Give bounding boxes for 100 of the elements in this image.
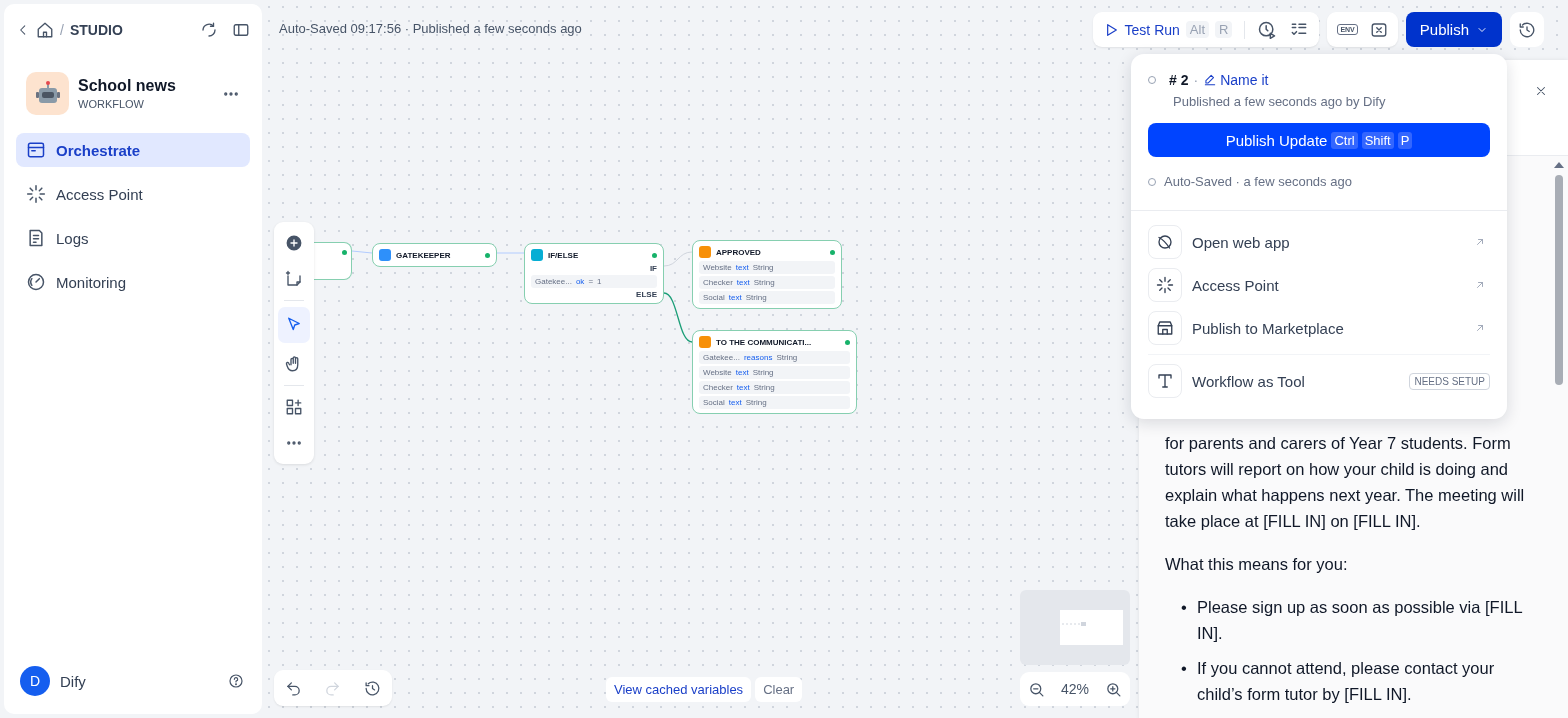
globe-icon	[1148, 225, 1182, 259]
scroll-up-arrow[interactable]	[1554, 162, 1564, 168]
menu-item[interactable]: Access Point	[1148, 268, 1490, 302]
publish-info: Published a few seconds ago by Dify	[1173, 94, 1387, 109]
version-number: # 2	[1169, 72, 1189, 88]
branch-label: IF	[649, 264, 657, 273]
variable-name: text	[735, 263, 749, 272]
bullet-text: Please sign up as soon as possible via [FILL IN].	[1197, 597, 1523, 644]
variable-name: text	[728, 398, 742, 407]
node-type-icon	[379, 249, 391, 261]
zoom-level[interactable]: 42%	[1060, 681, 1089, 697]
variable-icon[interactable]	[1369, 20, 1388, 39]
publish-update-button[interactable]: Publish Update Ctrl Shift P	[1148, 123, 1490, 157]
node-type-icon	[531, 249, 543, 261]
node-type-icon	[699, 246, 711, 258]
scrollbar-thumb[interactable]	[1555, 175, 1563, 385]
publish-button[interactable]: Publish	[1405, 12, 1502, 47]
zoom-in-icon[interactable]	[1105, 680, 1122, 698]
sparkle-burst-icon	[1148, 268, 1182, 302]
clear-button[interactable]: Clear	[755, 677, 803, 702]
menu-item-label: Access Point	[1192, 276, 1279, 294]
document-icon	[26, 228, 46, 248]
variable-type: String	[752, 368, 774, 377]
workflow-node[interactable]: TO THE COMMUNICATI... Gatekee... reasons String Website text String Checker text String Social text String	[692, 330, 857, 414]
operator: =	[588, 277, 594, 286]
check-icon	[652, 252, 657, 258]
history-icon[interactable]	[363, 679, 381, 697]
variable-source: Website	[703, 263, 732, 272]
variable-name: text	[728, 293, 742, 302]
sparkle-burst-icon	[26, 184, 46, 204]
breadcrumb-separator: /	[60, 22, 64, 38]
connector-line	[351, 250, 373, 254]
variable-source: Checker	[703, 278, 733, 287]
external-link-icon	[1474, 279, 1486, 291]
nav-item[interactable]: Access Point	[16, 177, 250, 211]
workflow-node[interactable]	[314, 242, 352, 280]
menu-item[interactable]: Open web app	[1148, 225, 1490, 259]
variable-type: String	[753, 278, 775, 287]
menu-item[interactable]: Workflow as Tool NEEDS SETUP	[1148, 364, 1490, 398]
variable-source: Checker	[703, 383, 733, 392]
app-name: School news	[78, 77, 176, 95]
autosave-info: Auto-Saved · a few seconds ago	[1164, 174, 1352, 189]
test-run-button[interactable]: Test Run Alt R	[1102, 21, 1233, 38]
variable-name: reasons	[743, 353, 773, 362]
check-icon	[342, 250, 347, 255]
run-history-icon[interactable]	[1257, 19, 1278, 40]
undo-icon[interactable]	[285, 679, 303, 697]
variable-name: ok	[575, 277, 585, 286]
node-title: GATEKEEPER	[396, 250, 451, 260]
menu-item-label: Workflow as Tool	[1192, 372, 1305, 390]
result-heading: What this means for you:	[1165, 554, 1349, 575]
breadcrumb-label[interactable]: STUDIO	[69, 22, 123, 38]
check-icon	[845, 339, 850, 345]
app-avatar	[26, 72, 69, 115]
variable-type: String	[745, 398, 767, 407]
variable-type: String	[753, 383, 775, 392]
status-badge: NEEDS SETUP	[1409, 372, 1490, 390]
node-title: APPROVED	[716, 247, 761, 257]
branch-label: ELSE	[636, 290, 657, 299]
switch-icon[interactable]	[200, 21, 218, 39]
menu-item[interactable]: Publish to Marketplace	[1148, 311, 1490, 345]
help-icon[interactable]	[228, 673, 244, 689]
nav-item[interactable]: Monitoring	[16, 265, 250, 299]
zoom-out-icon[interactable]	[1028, 680, 1045, 698]
view-cached-variables-button[interactable]: View cached variables	[606, 677, 752, 702]
menu-item-label: Publish to Marketplace	[1192, 319, 1344, 337]
check-icon	[830, 249, 835, 255]
name-it-link[interactable]: Name it	[1203, 72, 1269, 88]
result-paragraph: for parents and carers of Year 7 students. Form tutors will report on how your child is doing and explain what happens next year. The meeting will take place at [FILL IN] on [FILL IN].	[1165, 433, 1526, 532]
condition-value: 1	[597, 277, 602, 286]
home-icon[interactable]	[36, 21, 54, 39]
variable-name: text	[735, 368, 749, 377]
version-history-button[interactable]	[1510, 12, 1544, 47]
variable-source: Social	[703, 398, 725, 407]
pointer-icon[interactable]	[278, 307, 310, 343]
user-avatar[interactable]: D	[20, 666, 50, 696]
store-icon	[1148, 311, 1182, 345]
external-link-icon	[1474, 236, 1486, 248]
sidebar-toggle-icon[interactable]	[232, 21, 250, 39]
workflow-node[interactable]: IF/ELSE IF Gatekee... ok = 1 ELSE	[524, 243, 664, 304]
menu-item-label: Open web app	[1192, 233, 1290, 251]
connector-line	[496, 252, 525, 254]
workflow-node[interactable]: GATEKEEPER	[372, 243, 497, 267]
node-title: TO THE COMMUNICATI...	[716, 337, 812, 347]
save-status: Auto-Saved 09:17:56 · Published a few seconds ago	[279, 21, 582, 36]
nav-item[interactable]: Logs	[16, 221, 250, 255]
nav-item[interactable]: Orchestrate	[16, 133, 250, 167]
variable-type: String	[776, 353, 798, 362]
variable-source: Website	[703, 368, 732, 377]
app-type: WORKFLOW	[78, 98, 145, 110]
variable-type: String	[745, 293, 767, 302]
separator-dot: ·	[1193, 72, 1199, 88]
bullet-text: If you cannot attend, please contact your child’s form tutor by [FILL IN].	[1197, 658, 1496, 705]
variable-source: Gatekee...	[703, 353, 740, 362]
variable-name: text	[736, 278, 750, 287]
connector-line	[663, 292, 693, 343]
bullet-marker: •	[1181, 658, 1187, 679]
workflow-node[interactable]: APPROVED Website text String Checker text String Social text String	[692, 240, 842, 309]
close-icon[interactable]	[1534, 84, 1548, 98]
gauge-icon	[26, 272, 46, 292]
